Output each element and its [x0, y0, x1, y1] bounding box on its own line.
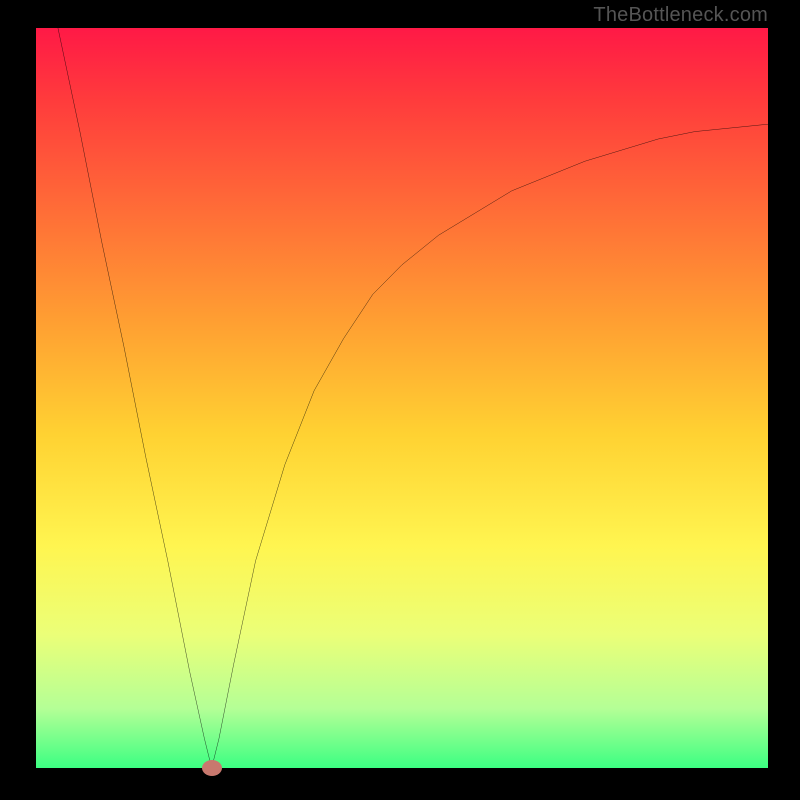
chart-frame: TheBottleneck.com	[0, 0, 800, 800]
plot-area	[36, 28, 768, 768]
minimum-marker	[202, 760, 222, 776]
bottleneck-curve	[58, 28, 768, 768]
watermark-text: TheBottleneck.com	[593, 4, 768, 27]
curve-svg	[36, 28, 768, 768]
